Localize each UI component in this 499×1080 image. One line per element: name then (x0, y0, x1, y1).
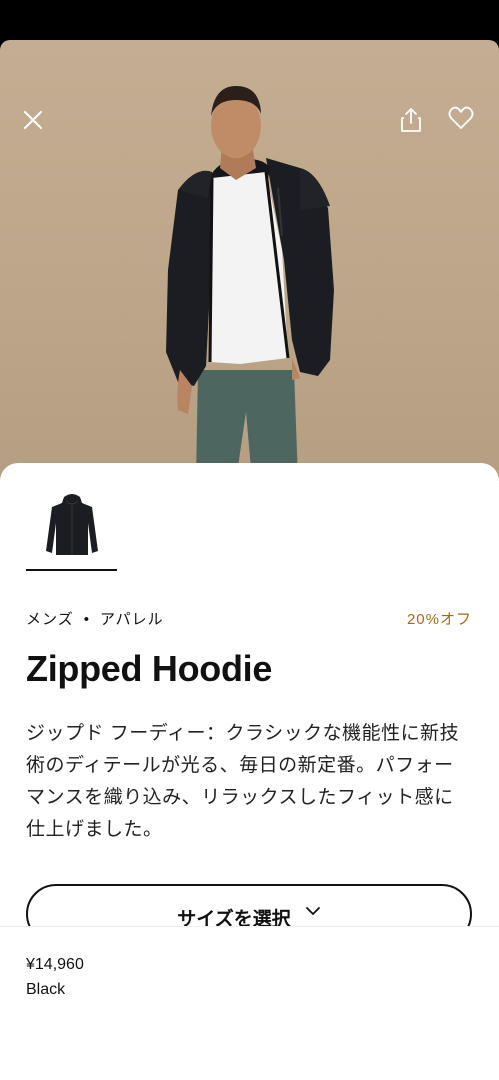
share-icon (401, 108, 421, 132)
close-icon (24, 111, 42, 129)
product-meta-row: メンズ • アパレル 20%オフ (26, 608, 472, 628)
discount-badge: 20%オフ (406, 611, 472, 628)
status-bar (0, 0, 499, 40)
product-title: Zipped Hoodie (26, 648, 273, 689)
category-type: アパレル (99, 611, 164, 628)
product-color: Black (26, 981, 66, 998)
product-thumbnail[interactable] (26, 493, 117, 571)
purchase-footer: ¥14,960 Black (0, 926, 499, 1080)
product-price: ¥14,960 (26, 956, 84, 973)
close-button[interactable] (13, 100, 53, 140)
hoodie-thumbnail (45, 494, 98, 555)
product-category: メンズ • アパレル (26, 608, 164, 629)
category-separator: • (83, 611, 90, 628)
product-description: ジップド フーディー：クラシックな機能性に新技術のディテールが光る、毎日の新定番… (26, 723, 460, 840)
product-hero-image (0, 40, 499, 480)
chevron-down-icon (305, 907, 320, 915)
heart-icon (448, 106, 474, 129)
favorite-button[interactable] (441, 98, 481, 138)
share-button[interactable] (391, 100, 431, 140)
category-gender: メンズ (26, 611, 74, 628)
